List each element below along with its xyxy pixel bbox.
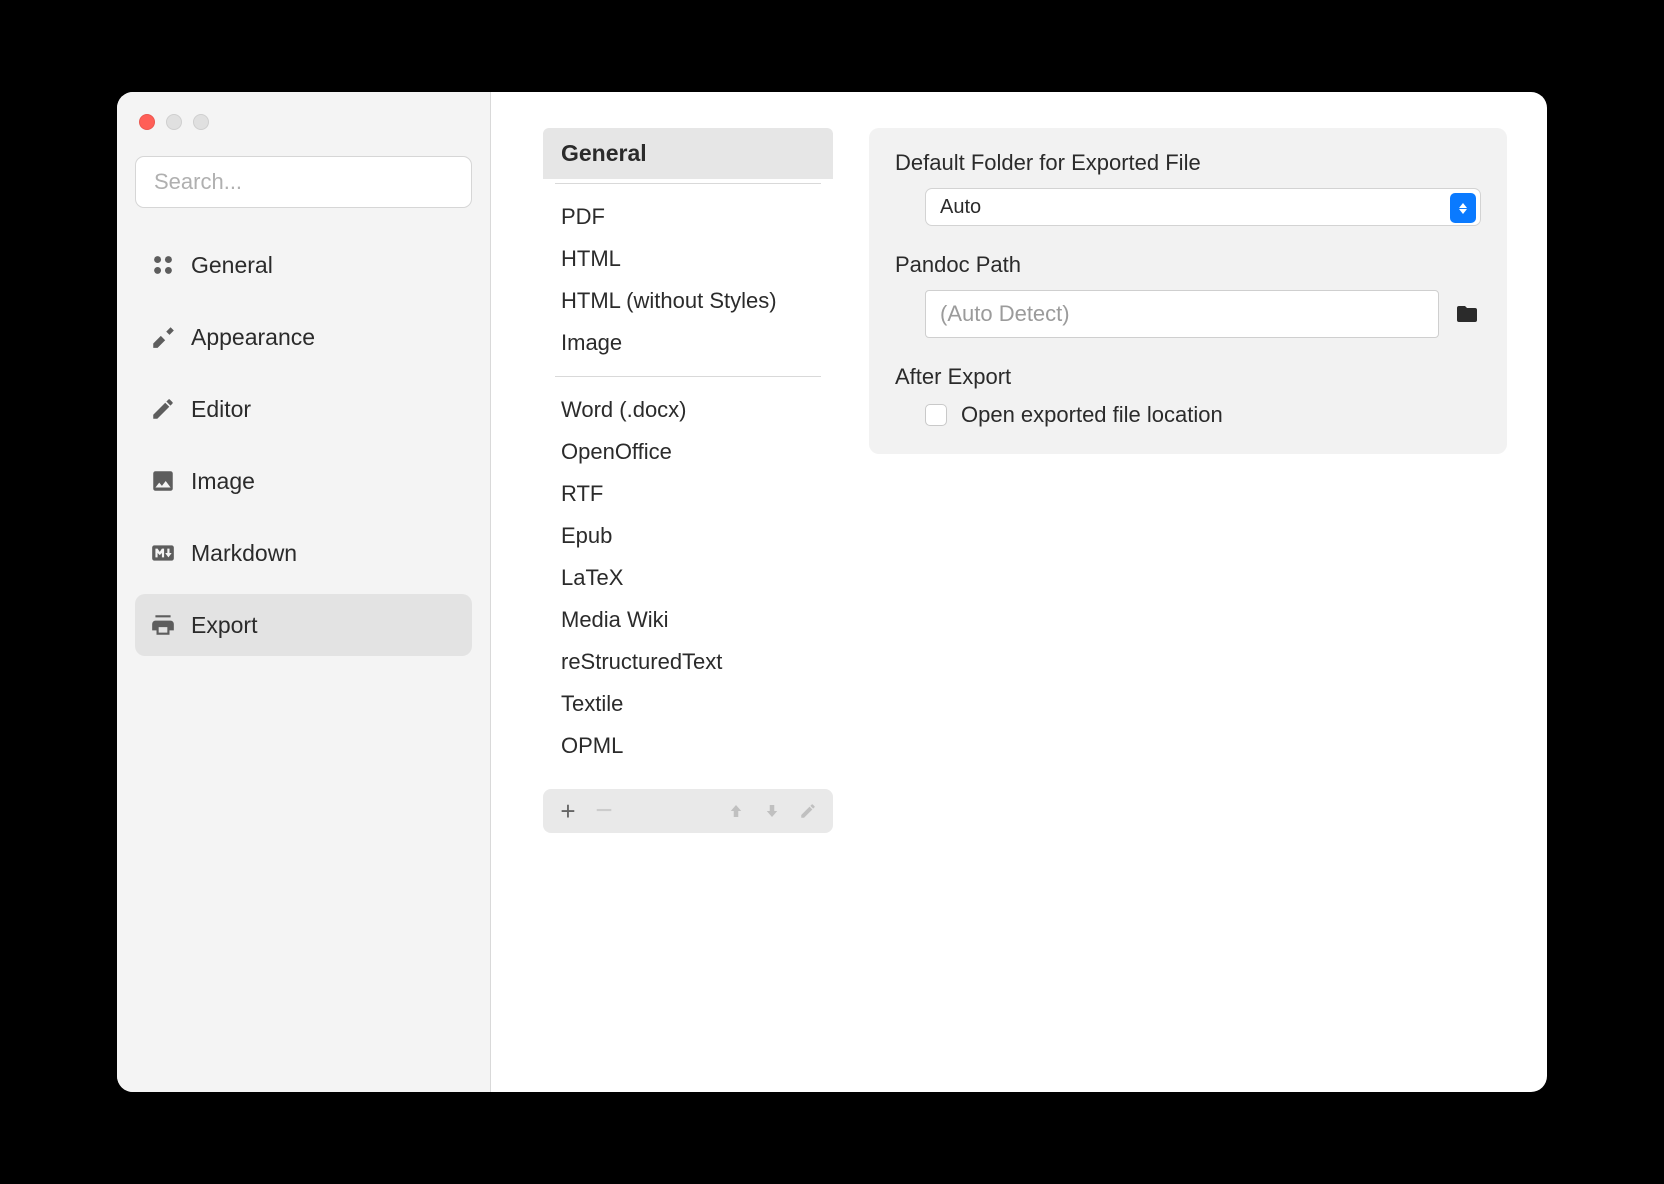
open-exported-location-checkbox[interactable] [925, 404, 947, 426]
sidebar-item-markdown[interactable]: Markdown [135, 522, 472, 584]
grid-icon [149, 251, 177, 279]
remove-button[interactable]: − [593, 800, 615, 822]
export-item[interactable]: HTML [543, 238, 833, 280]
export-list-header[interactable]: General [543, 128, 833, 179]
chevron-updown-icon [1450, 193, 1476, 223]
export-item[interactable]: reStructuredText [543, 641, 833, 683]
search-wrap [135, 156, 472, 234]
divider [555, 376, 821, 377]
export-item[interactable]: OpenOffice [543, 431, 833, 473]
add-button[interactable]: + [557, 800, 579, 822]
default-folder-section: Default Folder for Exported File Auto [895, 150, 1481, 226]
export-settings-panel: Default Folder for Exported File Auto Pa… [869, 128, 1507, 454]
preferences-window: General Appearance Editor Image [117, 92, 1547, 1092]
export-item[interactable]: OPML [543, 725, 833, 767]
sidebar-item-label: Appearance [191, 324, 315, 351]
export-item[interactable]: PDF [543, 196, 833, 238]
open-exported-location-label[interactable]: Open exported file location [961, 402, 1223, 428]
export-item[interactable]: Image [543, 322, 833, 364]
sidebar: General Appearance Editor Image [117, 92, 491, 1092]
export-item[interactable]: HTML (without Styles) [543, 280, 833, 322]
image-icon [149, 467, 177, 495]
move-down-button[interactable] [761, 800, 783, 822]
export-group-2: Word (.docx) OpenOffice RTF Epub LaTeX M… [543, 381, 833, 775]
sidebar-nav: General Appearance Editor Image [135, 234, 472, 666]
export-item[interactable]: LaTeX [543, 557, 833, 599]
window-controls [135, 114, 472, 156]
export-item[interactable]: Word (.docx) [543, 389, 833, 431]
move-up-button[interactable] [725, 800, 747, 822]
sidebar-item-label: Image [191, 468, 255, 495]
sidebar-item-export[interactable]: Export [135, 594, 472, 656]
search-input[interactable] [135, 156, 472, 208]
sidebar-item-general[interactable]: General [135, 234, 472, 296]
export-item[interactable]: Media Wiki [543, 599, 833, 641]
default-folder-value: Auto [940, 196, 981, 219]
sidebar-item-image[interactable]: Image [135, 450, 472, 512]
export-item[interactable]: RTF [543, 473, 833, 515]
pandoc-path-label: Pandoc Path [895, 252, 1481, 278]
sidebar-item-label: Markdown [191, 540, 297, 567]
pandoc-path-input[interactable] [925, 290, 1439, 338]
after-export-label: After Export [895, 364, 1481, 390]
sidebar-item-editor[interactable]: Editor [135, 378, 472, 440]
default-folder-select[interactable]: Auto [925, 188, 1481, 226]
browse-folder-button[interactable] [1453, 300, 1481, 328]
after-export-section: After Export Open exported file location [895, 364, 1481, 428]
printer-icon [149, 611, 177, 639]
sidebar-item-label: Editor [191, 396, 251, 423]
export-format-list: General PDF HTML HTML (without Styles) I… [543, 128, 833, 1056]
sidebar-item-appearance[interactable]: Appearance [135, 306, 472, 368]
close-button[interactable] [139, 114, 155, 130]
export-list-toolbar: + − [543, 789, 833, 833]
minimize-button[interactable] [166, 114, 182, 130]
paint-icon [149, 323, 177, 351]
sidebar-item-label: Export [191, 612, 257, 639]
divider [555, 183, 821, 184]
maximize-button[interactable] [193, 114, 209, 130]
edit-button[interactable] [797, 800, 819, 822]
default-folder-label: Default Folder for Exported File [895, 150, 1481, 176]
sidebar-item-label: General [191, 252, 273, 279]
export-item[interactable]: Epub [543, 515, 833, 557]
folder-icon [1455, 302, 1479, 326]
export-item[interactable]: Textile [543, 683, 833, 725]
markdown-icon [149, 539, 177, 567]
main-panel: General PDF HTML HTML (without Styles) I… [491, 92, 1547, 1092]
pandoc-path-section: Pandoc Path [895, 252, 1481, 338]
export-group-1: PDF HTML HTML (without Styles) Image [543, 188, 833, 372]
pencil-icon [149, 395, 177, 423]
